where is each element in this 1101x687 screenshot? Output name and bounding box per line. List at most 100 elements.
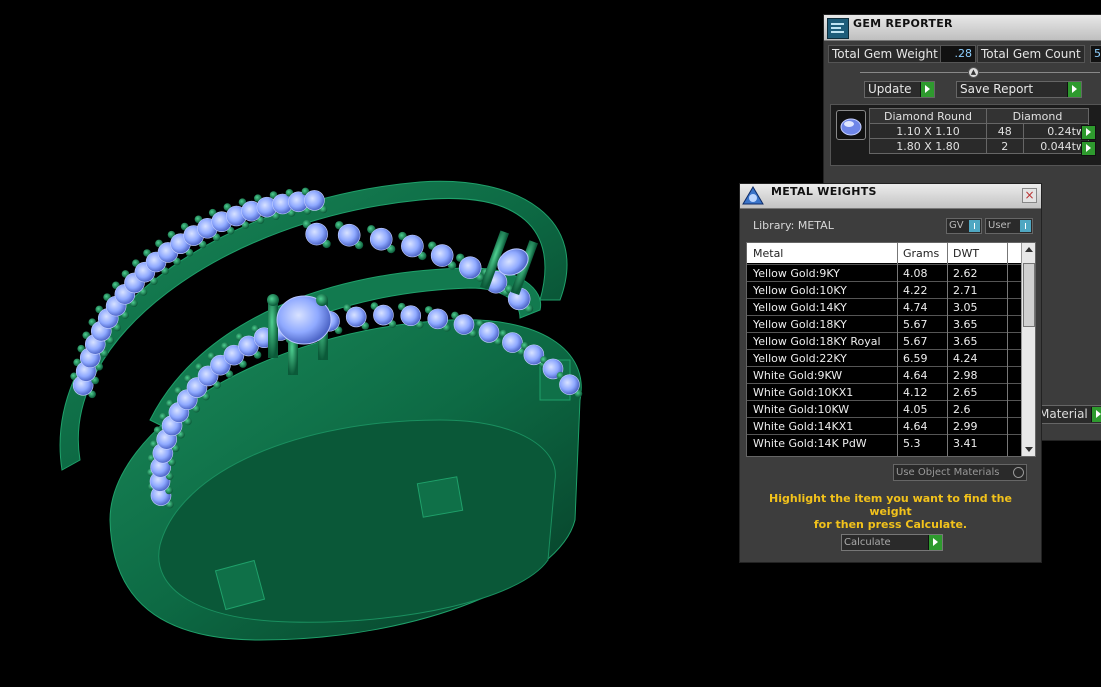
gem-weight: 0.044tw	[1022, 138, 1090, 154]
gv-toggle[interactable]: GV	[946, 218, 982, 234]
metal-row-metal: White Gold:10KX1	[753, 386, 854, 399]
gem-table: Diamond Round Diamond 1.10 X 1.10 48 0.2…	[830, 104, 1101, 166]
pave-diamond	[427, 308, 449, 330]
play-arrow-icon	[1067, 82, 1081, 97]
metal-row-dwt: 3.41	[953, 437, 978, 450]
metal-row-grams: 6.59	[903, 352, 928, 365]
metal-list-scrollbar[interactable]	[1021, 243, 1035, 456]
metal-weights-titlebar[interactable]: METAL WEIGHTS ×	[740, 184, 1041, 209]
metal-row-dwt: 2.6	[953, 403, 971, 416]
collapse-knob-icon[interactable]: ▲	[968, 67, 979, 78]
gem-shape-header: Diamond Round	[869, 108, 987, 124]
scroll-down-icon[interactable]	[1025, 447, 1033, 452]
column-header-grams[interactable]: Grams	[903, 247, 939, 260]
ring-notch-2	[416, 476, 464, 518]
gem-row[interactable]: 1.80 X 1.80 2 0.044tw	[869, 138, 1090, 154]
update-button[interactable]: Update	[864, 81, 935, 98]
3d-viewport[interactable]	[0, 0, 740, 687]
metal-weights-title: METAL WEIGHTS	[771, 185, 877, 198]
instruction-line-2: for then press Calculate.	[813, 518, 968, 531]
calculate-button-label: Calculate	[844, 537, 891, 548]
metal-row[interactable]: Yellow Gold:10KY 4.22 2.71	[747, 281, 1021, 299]
gem-summary-table: Diamond Round Diamond 1.10 X 1.10 48 0.2…	[869, 108, 1090, 154]
metal-row[interactable]: White Gold:14KX1 4.64 2.99	[747, 417, 1021, 435]
metal-row-grams: 4.74	[903, 301, 928, 314]
metal-row[interactable]: White Gold:14K PdW 5.3 3.41	[747, 434, 1021, 452]
divider	[860, 72, 1100, 73]
use-object-materials-label: Use Object Materials	[896, 467, 1000, 478]
column-header-metal[interactable]: Metal	[753, 247, 783, 260]
metal-row-dwt: 4.24	[953, 352, 978, 365]
diamond-thumbnail	[836, 110, 866, 140]
gem-reporter-titlebar[interactable]: GEM REPORTER	[824, 15, 1101, 41]
gem-count: 2	[986, 138, 1024, 154]
column-divider	[897, 243, 898, 456]
total-gem-count-label: Total Gem Count	[977, 45, 1085, 63]
metal-row-dwt: 3.05	[953, 301, 978, 314]
pave-diamond	[304, 190, 325, 211]
toggle-icon	[969, 220, 980, 232]
metal-weights-icon	[742, 186, 764, 205]
gem-weight: 0.24tw	[1022, 123, 1090, 139]
gem-row[interactable]: 1.10 X 1.10 48 0.24tw	[869, 123, 1090, 139]
material-button-label: Material	[1039, 407, 1088, 421]
calculate-button[interactable]: Calculate	[841, 534, 943, 551]
update-button-label: Update	[868, 82, 912, 96]
metal-row[interactable]: Yellow Gold:18KY 5.67 3.65	[747, 315, 1021, 333]
metal-row-grams: 4.08	[903, 267, 928, 280]
save-report-button-label: Save Report	[960, 82, 1034, 96]
pave-diamond	[453, 314, 475, 335]
pave-diamond	[458, 256, 482, 279]
metal-row[interactable]: White Gold:10KX1 4.12 2.65	[747, 383, 1021, 401]
metal-row-dwt: 2.98	[953, 369, 978, 382]
metal-row[interactable]: Yellow Gold:14KY 4.74 3.05	[747, 298, 1021, 316]
pave-diamond	[430, 244, 454, 267]
use-object-materials-toggle[interactable]: Use Object Materials	[893, 464, 1027, 481]
gem-reporter-title: GEM REPORTER	[853, 17, 953, 30]
play-arrow-icon	[1091, 407, 1101, 422]
metal-row-metal: White Gold:10KW	[753, 403, 850, 416]
column-header-dwt[interactable]: DWT	[953, 247, 979, 260]
metal-row-grams: 4.64	[903, 420, 928, 433]
metal-row-metal: Yellow Gold:10KY	[753, 284, 847, 297]
column-divider	[1007, 243, 1008, 456]
metal-row-metal: White Gold:9KW	[753, 369, 843, 382]
scroll-up-icon[interactable]	[1025, 247, 1033, 252]
gem-row-select-icon[interactable]	[1081, 125, 1096, 140]
metal-row[interactable]: Yellow Gold:18KY Royal 5.67 3.65	[747, 332, 1021, 350]
metal-list-header: Metal Grams DWT	[747, 243, 1021, 263]
pave-diamond	[478, 322, 500, 343]
play-arrow-icon	[928, 535, 942, 550]
user-toggle[interactable]: User	[985, 218, 1033, 234]
play-arrow-icon	[920, 82, 934, 97]
total-gem-weight-value: .28	[940, 45, 976, 63]
pave-diamond	[369, 227, 393, 251]
instruction-line-1: Highlight the item you want to find the …	[769, 492, 1012, 518]
metal-row[interactable]: Yellow Gold:9KY 4.08 2.62	[747, 264, 1021, 282]
prong-tip	[267, 294, 279, 306]
pave-diamond	[345, 306, 367, 328]
metal-row-dwt: 2.65	[953, 386, 978, 399]
gem-row-select-icon[interactable]	[1081, 141, 1096, 156]
metal-row-grams: 5.67	[903, 318, 928, 331]
metal-row-metal: Yellow Gold:22KY	[753, 352, 847, 365]
toggle-icon	[1020, 220, 1031, 232]
radio-icon	[1013, 467, 1024, 478]
scroll-thumb[interactable]	[1023, 263, 1035, 327]
gem-size: 1.80 X 1.80	[869, 138, 987, 154]
library-label: Library: METAL	[753, 219, 834, 232]
metal-row[interactable]: Yellow Gold:22KY 6.59 4.24	[747, 349, 1021, 367]
metal-row-grams: 4.05	[903, 403, 928, 416]
metal-row-metal: Yellow Gold:18KY	[753, 318, 847, 331]
metal-row[interactable]: White Gold:9KW 4.64 2.98	[747, 366, 1021, 384]
metal-row[interactable]: White Gold:10KW 4.05 2.6	[747, 400, 1021, 418]
metal-list[interactable]: Metal Grams DWT Yellow Gold:9KY 4.08 2.62 Y…	[746, 242, 1036, 457]
metal-row-metal: White Gold:14K PdW	[753, 437, 867, 450]
close-icon[interactable]: ×	[1022, 188, 1037, 203]
pave-diamond	[401, 234, 424, 258]
user-toggle-label: User	[988, 220, 1011, 231]
ring-render	[59, 180, 583, 641]
save-report-button[interactable]: Save Report	[956, 81, 1082, 98]
material-button[interactable]: Material	[1034, 405, 1101, 424]
metal-row-metal: White Gold:14KX1	[753, 420, 854, 433]
